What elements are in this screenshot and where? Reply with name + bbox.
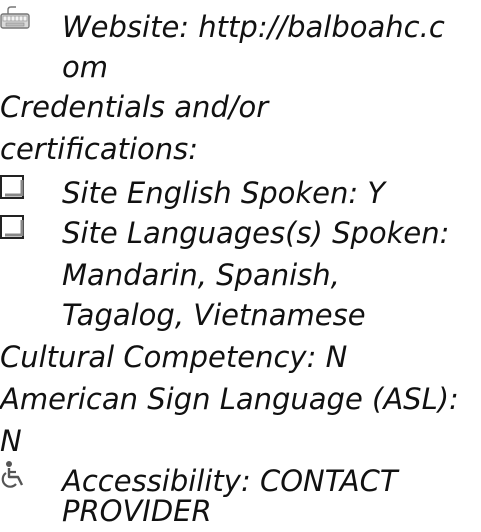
website-text: Website: http://balboahc.c bbox=[62, 10, 445, 44]
credentials-label: Credentials and/or bbox=[0, 90, 269, 124]
languages-list: Mandarin, Spanish, bbox=[62, 258, 340, 292]
asl-value: N bbox=[0, 424, 22, 458]
english-spoken-text: Site English Spoken: Y bbox=[62, 176, 386, 210]
credentials-label-continued: certifications: bbox=[0, 132, 199, 166]
wheelchair-icon bbox=[0, 460, 34, 494]
provider-details: Website: http://balboahc.c om Credential… bbox=[0, 0, 481, 529]
accessibility-value: PROVIDER bbox=[62, 494, 212, 528]
languages-list-continued: Tagalog, Vietnamese bbox=[62, 298, 366, 332]
languages-label: Site Languages(s) Spoken: bbox=[62, 216, 450, 250]
keyboard-icon bbox=[0, 4, 34, 38]
checkbox-icon bbox=[0, 175, 34, 209]
cultural-competency-text: Cultural Competency: N bbox=[0, 340, 348, 374]
checkbox-icon bbox=[0, 215, 34, 249]
asl-label: American Sign Language (ASL): bbox=[0, 382, 459, 416]
website-text-continued: om bbox=[62, 50, 108, 84]
